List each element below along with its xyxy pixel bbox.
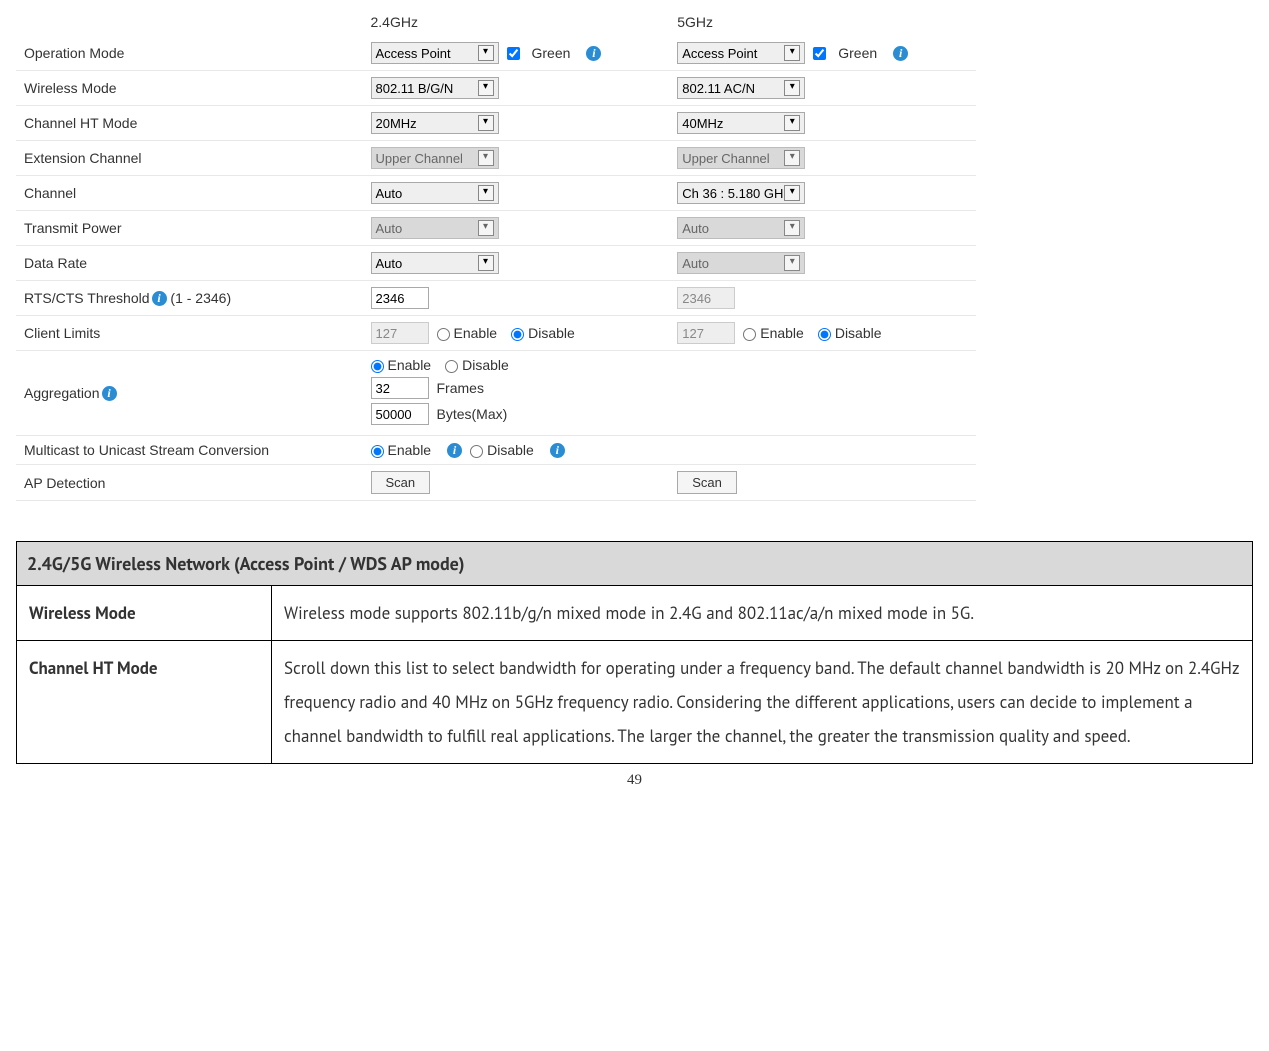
aggregation-bytes-input[interactable] [371,403,429,425]
info-icon[interactable]: i [550,443,565,458]
channel-5-select[interactable]: Ch 36 : 5.180 GH▾ [677,182,805,204]
chevron-down-icon: ▾ [478,45,494,61]
multicast-enable-radio[interactable] [371,445,384,458]
info-icon[interactable]: i [893,46,908,61]
aggregation-frames-label: Frames [437,380,484,396]
header-5ghz: 5GHz [669,8,976,36]
row-ap-detection: AP Detection Scan Scan [16,465,976,501]
row-rts-cts: RTS/CTS Thresholdi (1 - 2346) [16,281,976,316]
operation-mode-24-select[interactable]: Access Point▾ [371,42,499,64]
info-icon[interactable]: i [586,46,601,61]
green-5-label: Green [838,45,877,61]
documentation-table: 2.4G/5G Wireless Network (Access Point /… [16,541,1253,764]
wireless-settings-table: 2.4GHz 5GHz Operation Mode Access Point▾… [16,8,976,501]
client-limit-5-enable-radio[interactable] [743,328,756,341]
green-24-checkbox[interactable] [507,47,520,60]
aggregation-enable-radio[interactable] [371,360,384,373]
chevron-down-icon: ▾ [784,115,800,131]
info-icon[interactable]: i [152,291,167,306]
chevron-down-icon: ▾ [784,255,800,271]
tx-power-5-select: Auto▾ [677,217,805,239]
data-rate-24-select[interactable]: Auto▾ [371,252,499,274]
client-limit-24-enable-radio[interactable] [437,328,450,341]
aggregation-bytes-label: Bytes(Max) [437,406,508,422]
multicast-disable-radio[interactable] [470,445,483,458]
channel-ht-24-select[interactable]: 20MHz▾ [371,112,499,134]
green-24-label: Green [532,45,571,61]
label-extension-channel: Extension Channel [16,141,363,176]
rts-24-input[interactable] [371,287,429,309]
header-24ghz: 2.4GHz [363,8,670,36]
label-data-rate: Data Rate [16,246,363,281]
chevron-down-icon: ▾ [784,220,800,236]
label-operation-mode: Operation Mode [16,36,363,71]
doc-row-desc: Wireless mode supports 802.11b/g/n mixed… [272,586,1253,641]
row-aggregation: Aggregationi Enable Disable Frames Bytes… [16,351,976,436]
ext-channel-24-select: Upper Channel▾ [371,147,499,169]
operation-mode-5-select[interactable]: Access Point▾ [677,42,805,64]
info-icon[interactable]: i [102,386,117,401]
chevron-down-icon: ▾ [478,80,494,96]
chevron-down-icon: ▾ [478,150,494,166]
row-channel-ht: Channel HT Mode 20MHz▾ 40MHz▾ [16,106,976,141]
row-transmit-power: Transmit Power Auto▾ Auto▾ [16,211,976,246]
chevron-down-icon: ▾ [784,80,800,96]
doc-row-desc: Scroll down this list to select bandwidt… [272,641,1253,764]
row-wireless-mode: Wireless Mode 802.11 B/G/N▾ 802.11 AC/N▾ [16,71,976,106]
scan-24-button[interactable]: Scan [371,471,431,494]
row-data-rate: Data Rate Auto▾ Auto▾ [16,246,976,281]
row-client-limits: Client Limits Enable Disable Enable Disa… [16,316,976,351]
ext-channel-5-select: Upper Channel▾ [677,147,805,169]
label-aggregation: Aggregationi [16,351,363,436]
wireless-mode-5-select[interactable]: 802.11 AC/N▾ [677,77,805,99]
chevron-down-icon: ▾ [784,45,800,61]
doc-row-label: Channel HT Mode [17,641,272,764]
client-limit-24-input [371,322,429,344]
label-channel-ht: Channel HT Mode [16,106,363,141]
chevron-down-icon: ▾ [478,185,494,201]
row-multicast: Multicast to Unicast Stream Conversion E… [16,436,976,465]
row-extension-channel: Extension Channel Upper Channel▾ Upper C… [16,141,976,176]
wireless-mode-24-select[interactable]: 802.11 B/G/N▾ [371,77,499,99]
data-rate-5-select: Auto▾ [677,252,805,274]
chevron-down-icon: ▾ [478,220,494,236]
client-limit-5-input [677,322,735,344]
label-ap-detection: AP Detection [16,465,363,501]
chevron-down-icon: ▾ [784,150,800,166]
label-client-limits: Client Limits [16,316,363,351]
label-transmit-power: Transmit Power [16,211,363,246]
chevron-down-icon: ▾ [478,115,494,131]
aggregation-frames-input[interactable] [371,377,429,399]
green-5-checkbox[interactable] [813,47,826,60]
page-number: 49 [16,772,1253,789]
rts-5-input [677,287,735,309]
chevron-down-icon: ▾ [478,255,494,271]
label-channel: Channel [16,176,363,211]
info-icon[interactable]: i [447,443,462,458]
label-rts-cts: RTS/CTS Thresholdi (1 - 2346) [16,281,363,316]
doc-title: 2.4G/5G Wireless Network (Access Point /… [17,542,1253,586]
client-limit-24-disable-radio[interactable] [511,328,524,341]
tx-power-24-select: Auto▾ [371,217,499,239]
row-operation-mode: Operation Mode Access Point▾ Green i Acc… [16,36,976,71]
chevron-down-icon: ▾ [784,185,800,201]
aggregation-disable-radio[interactable] [445,360,458,373]
channel-ht-5-select[interactable]: 40MHz▾ [677,112,805,134]
label-wireless-mode: Wireless Mode [16,71,363,106]
doc-row-label: Wireless Mode [17,586,272,641]
row-channel: Channel Auto▾ Ch 36 : 5.180 GH▾ [16,176,976,211]
client-limit-5-disable-radio[interactable] [818,328,831,341]
scan-5-button[interactable]: Scan [677,471,737,494]
label-multicast: Multicast to Unicast Stream Conversion [16,436,363,465]
channel-24-select[interactable]: Auto▾ [371,182,499,204]
